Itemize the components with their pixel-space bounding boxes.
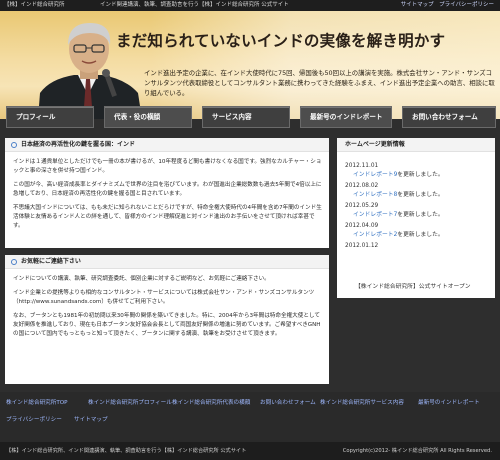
circle-bullet-icon [11,142,17,148]
site-description: インド関連講演、執筆、調査助言を行う【株】インド総合研究所 公式サイト [100,2,289,8]
nav-item-representative[interactable]: 代表・役の横顔 [104,106,192,128]
footer-link-privacy[interactable]: プライバシーポリシー [6,415,62,423]
nav-item-profile[interactable]: プロフィール [6,106,94,128]
updates-sidebar: ホームページ更新情報 2012.11.01 インドレポート9を更新しました。 2… [337,138,495,298]
footer-link-sitemap[interactable]: サイトマップ [74,415,108,423]
updates-title: ホームページ更新情報 [337,138,495,152]
circle-bullet-icon [11,259,17,265]
update-text: を更新しました。 [397,191,444,198]
panel-economy-title: 日本経済の再活性化の鍵を握る国：インド [21,141,136,148]
list-item: 2012.08.02 インドレポート8を更新しました。 [345,182,491,199]
update-date: 2012.08.02 [345,183,379,189]
panel-economy: 日本経済の再活性化の鍵を握る国：インド インドは１通貨単位としただけでも一冊の本… [5,138,329,248]
nav-item-latest-report[interactable]: 最新号のインドレポート [300,106,392,128]
updates-list: 2012.11.01 インドレポート9を更新しました。 2012.08.02 イ… [345,162,491,254]
footer-description: 【株】インド総合研究所、インド関連講演、執筆、調査助言を行う【株】インド総合研究… [6,448,247,454]
panel-economy-body: インドは１通貨単位としただけでも一冊の本が書けるが、10年程度るど間も書けなくな… [13,158,323,236]
panel-contact-title: お気軽にご連絡下さい [21,258,81,265]
report-link[interactable]: インドレポート8 [353,192,397,198]
panel-economy-header: 日本経済の再活性化の鍵を握る国：インド [5,138,329,152]
update-date: 2012.01.12 [345,243,379,249]
footer-link-top[interactable]: 株インド総合研究所TOP [6,398,68,406]
site-open-note: 【株インド総合研究所】公式サイトオープン [355,284,471,290]
nav-item-contact[interactable]: お問い合わせフォーム [402,106,496,128]
report-link[interactable]: インドレポート7 [353,212,397,218]
list-item: 2012.01.12 [345,242,491,251]
page: 【株】インド総合研究所 インド関連講演、執筆、調査助言を行う【株】インド総合研究… [0,0,500,460]
hero-banner: まだ知られていないインドの実像を解き明かす インド進出予定の企業に、在インド大使… [0,11,500,119]
report-link[interactable]: インドレポート2 [353,232,397,238]
update-text: を更新しました。 [397,211,444,218]
footer-link-contact[interactable]: お問い合わせフォーム [260,398,316,406]
paragraph: この国が今、高い経済成長率とダイナミズムで世界の注目を浴びています。わが国進出企… [13,182,322,197]
paragraph: インドは１通貨単位としただけでも一冊の本が書けるが、10年程度るど間も書けなくな… [13,159,322,174]
hero-headline: まだ知られていないインドの実像を解き明かす [116,32,446,50]
footer-link-representative[interactable]: 株インド総合研究所代表の横顔 [172,398,250,406]
nav-item-services[interactable]: サービス内容 [202,106,290,128]
footer: 株インド総合研究所TOP 株インド総合研究所プロフィール 株インド総合研究所代表… [0,392,500,444]
list-item: 2012.05.29 インドレポート7を更新しました。 [345,202,491,219]
footer-link-services[interactable]: 株インド総合研究所サービス内容 [320,398,404,406]
update-date: 2012.04.09 [345,223,379,229]
paragraph: なお、ブータンとも1981年の初訪問以来30年間の関係を築いてきました。特に、2… [13,313,321,337]
update-text: を更新しました。 [397,231,444,238]
top-links[interactable]: サイトマップ プライバシーポリシー [401,0,494,11]
top-bar: 【株】インド総合研究所 インド関連講演、執筆、調査助言を行う【株】インド総合研究… [0,0,500,11]
panel-contact: お気軽にご連絡下さい インドについての講演、執筆、研究調査委託、個別企業に対する… [5,255,329,384]
footer-link-report[interactable]: 最新号のインドレポート [418,398,480,406]
main-nav: プロフィール 代表・役の横顔 サービス内容 最新号のインドレポート お問い合わせ… [0,106,500,128]
update-date: 2012.05.29 [345,203,379,209]
bottom-bar: 【株】インド総合研究所、インド関連講演、執筆、調査助言を行う【株】インド総合研究… [0,442,500,460]
list-item: 2012.11.01 インドレポート9を更新しました。 [345,162,491,179]
update-text: を更新しました。 [397,171,444,178]
footer-link-profile[interactable]: 株インド総合研究所プロフィール [88,398,172,406]
panel-contact-header: お気軽にご連絡下さい [5,255,329,269]
main-content: 日本経済の再活性化の鍵を握る国：インド インドは１通貨単位としただけでも一冊の本… [5,138,329,384]
paragraph: 不思議大国インドについては、もも未だに知られないことだらけですが、特命全権大使時… [13,205,322,229]
update-date: 2012.11.01 [345,163,379,169]
hero-tagline: インド進出予定の企業に、在インド大使時代に75回、帰国後も50回以上の講演を実施… [144,69,495,97]
site-name[interactable]: 【株】インド総合研究所 [4,0,65,11]
paragraph: インド企業との提携等よりも相的なコンサルタント・サービスについては株式会社サン・… [13,290,315,305]
paragraph: インドについての講演、執筆、研究調査委託、個別企業に対するご説明など、お気軽にご… [13,276,270,282]
hero-wash [150,11,500,119]
copyright: Copyright(c)2012- 株インド総合研究所 All Rights R… [342,448,492,454]
panel-contact-body: インドについての講演、執筆、研究調査委託、個別企業に対するご説明など、お気軽にご… [13,275,323,344]
report-link[interactable]: インドレポート9 [353,172,397,178]
list-item: 2012.04.09 インドレポート2を更新しました。 [345,222,491,239]
